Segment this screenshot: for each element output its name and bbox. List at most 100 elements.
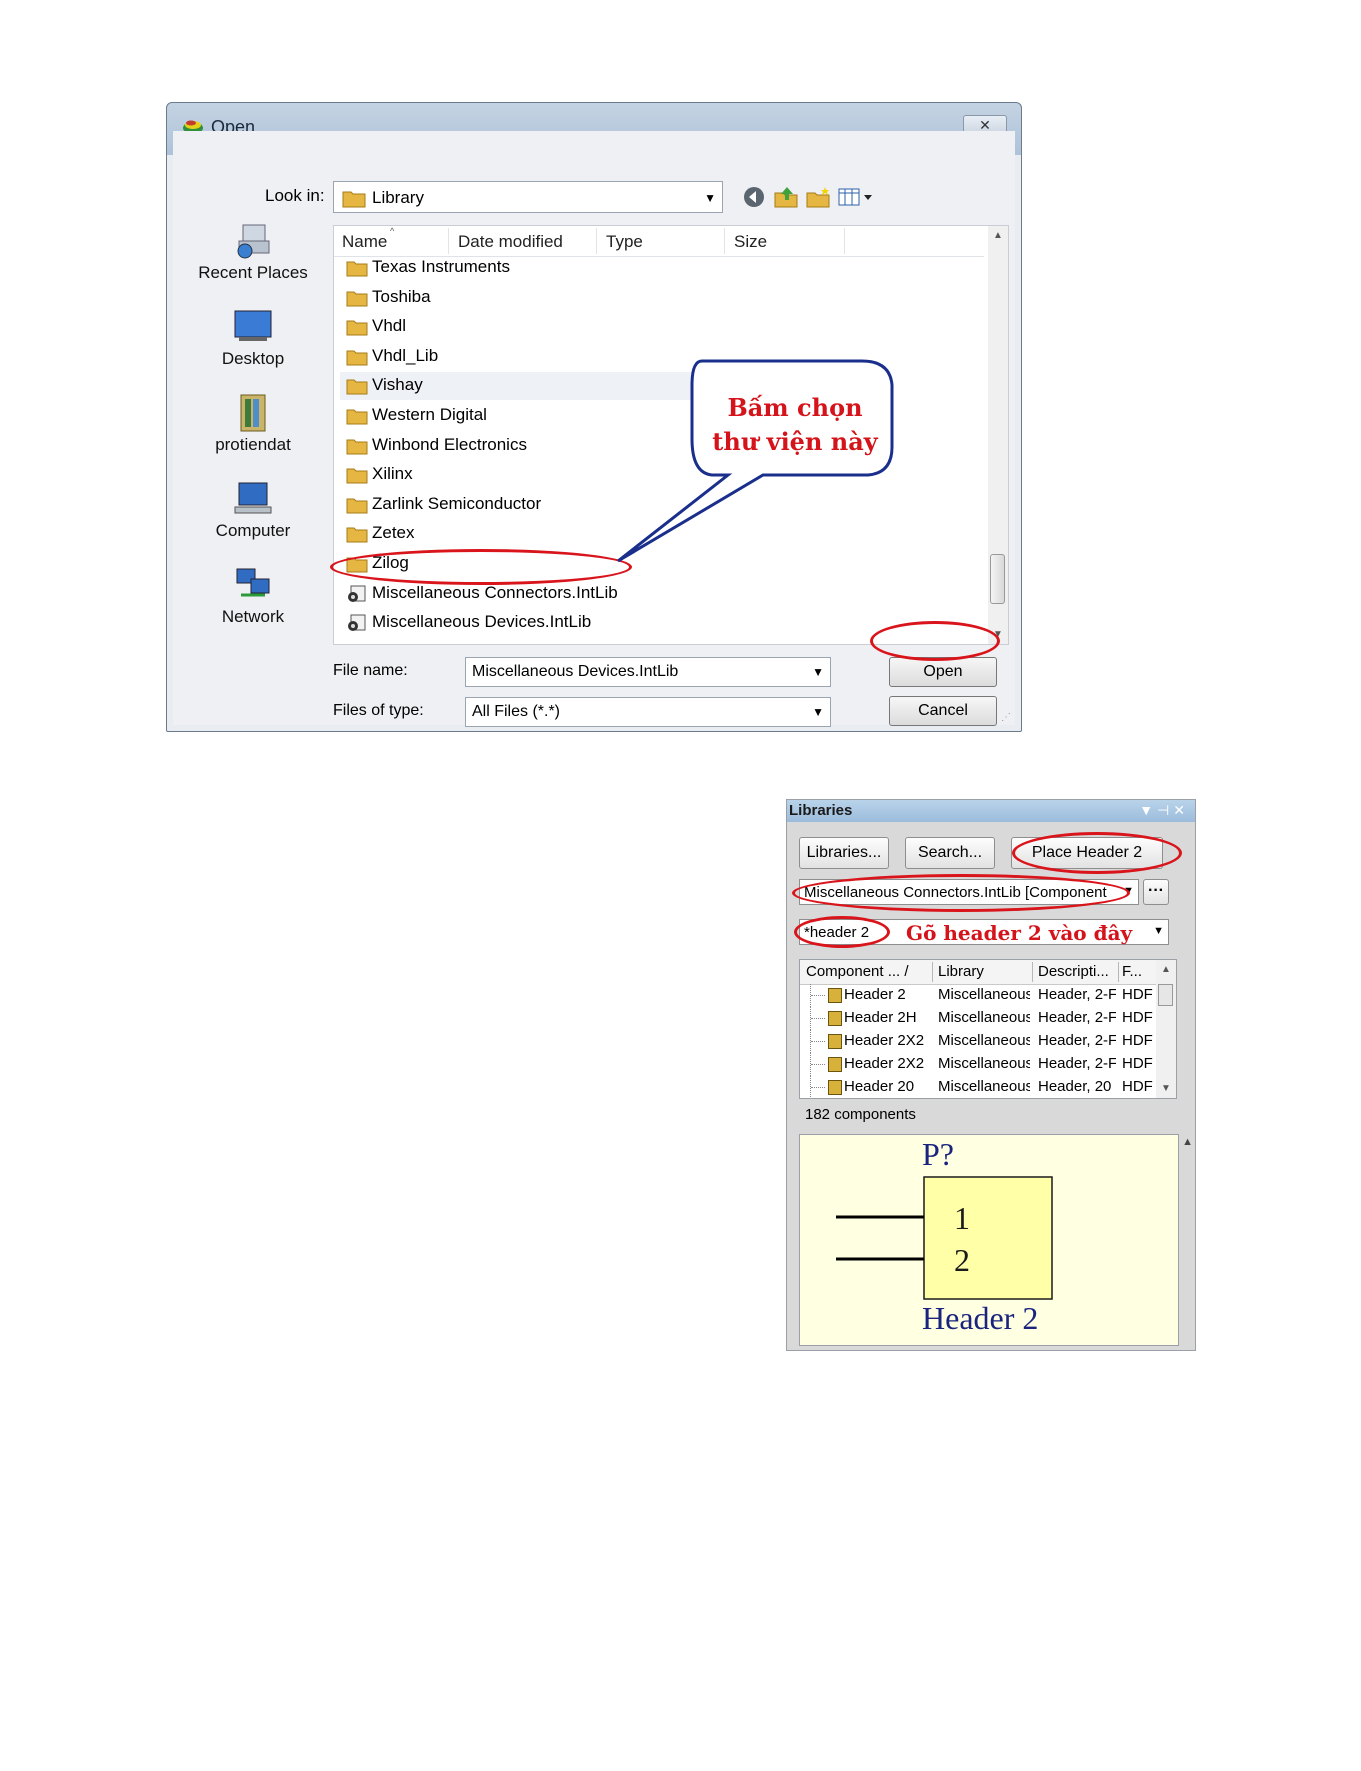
grid-row[interactable]: Header 2H Miscellaneous Header, 2-F HDF xyxy=(800,1007,1156,1030)
recent-places-icon xyxy=(237,224,270,259)
chevron-down-icon[interactable]: ▼ xyxy=(1123,885,1134,897)
column-separator xyxy=(932,962,933,982)
pin-icon[interactable]: ⊣ xyxy=(1157,802,1173,818)
grid-cell: Miscellaneous xyxy=(938,1055,1030,1072)
scroll-down-icon[interactable]: ▼ xyxy=(993,629,1003,640)
filter-annotation: Gõ header 2 vào đây xyxy=(906,921,1133,945)
folder-icon xyxy=(346,557,368,573)
desktop-icon xyxy=(234,310,272,341)
grid-column-footprint[interactable]: F... xyxy=(1122,963,1156,980)
component-grid[interactable]: Component ... / Library Descripti... F..… xyxy=(799,959,1177,1099)
menu-icon[interactable]: ▼ xyxy=(1139,802,1157,818)
chevron-down-icon[interactable]: ▼ xyxy=(812,705,824,719)
files-of-type-value: All Files (*.*) xyxy=(472,703,561,720)
file-name: Miscellaneous Connectors.IntLib xyxy=(372,582,618,602)
grid-cell: Miscellaneous xyxy=(938,1009,1030,1026)
grid-row[interactable]: Header 20 Miscellaneous Header, 20 HDF xyxy=(800,1076,1156,1098)
column-separator xyxy=(1118,962,1119,982)
more-options-button[interactable]: ··· xyxy=(1143,879,1169,905)
component-filter-input[interactable]: *header 2 Gõ header 2 vào đây ▼ xyxy=(799,919,1169,945)
open-button[interactable]: Open xyxy=(889,657,997,687)
file-name-value: Miscellaneous Devices.IntLib xyxy=(472,663,679,680)
column-type[interactable]: Type xyxy=(606,232,643,252)
column-separator xyxy=(448,228,449,254)
header-symbol: P? 1 2 Header 2 xyxy=(836,1136,1053,1336)
file-row[interactable]: Vhdl xyxy=(340,313,700,341)
grid-cell: Header 2H xyxy=(844,1009,917,1026)
place-network[interactable]: Network xyxy=(183,565,323,627)
column-size[interactable]: Size xyxy=(734,232,767,252)
grid-cell: Header 2 xyxy=(844,986,906,1003)
close-icon[interactable]: ✕ xyxy=(1173,802,1189,818)
scroll-up-icon[interactable]: ▲ xyxy=(1182,1136,1193,1148)
panel-controls: ▼⊣✕ xyxy=(1139,802,1189,819)
sort-ascending-icon: ^ xyxy=(390,226,395,236)
file-name: Xilinx xyxy=(372,464,413,484)
place-recent-places[interactable]: Recent Places xyxy=(183,221,323,283)
place-user-folder[interactable]: protiendat xyxy=(183,393,323,455)
tree-line xyxy=(810,1053,827,1076)
scrollbar-thumb[interactable] xyxy=(1158,984,1173,1006)
grid-row[interactable]: Header 2X2 Miscellaneous Header, 2-F HDF xyxy=(800,1053,1156,1076)
place-computer[interactable]: Computer xyxy=(183,479,323,541)
file-name: Zarlink Semiconductor xyxy=(372,493,542,513)
pin1-text: 1 xyxy=(954,1200,970,1236)
libraries-button[interactable]: Libraries... xyxy=(799,837,889,869)
search-button[interactable]: Search... xyxy=(905,837,995,869)
integrated-library-icon xyxy=(348,614,366,632)
file-name: Texas Instruments xyxy=(372,257,510,276)
grid-header: Component ... / Library Descripti... F..… xyxy=(800,960,1156,985)
file-name: Toshiba xyxy=(372,286,431,306)
grid-column-library[interactable]: Library xyxy=(938,963,1028,980)
place-component-button[interactable]: Place Header 2 xyxy=(1011,837,1163,869)
scroll-down-icon[interactable]: ▼ xyxy=(1161,1083,1171,1094)
grid-cell: HDF xyxy=(1122,1009,1153,1026)
library-select[interactable]: Miscellaneous Connectors.IntLib [Compone… xyxy=(799,879,1139,905)
component-icon xyxy=(828,988,842,1003)
chevron-down-icon: ▼ xyxy=(704,191,716,205)
grid-column-component[interactable]: Component ... / xyxy=(806,963,926,980)
grid-column-description[interactable]: Descripti... xyxy=(1038,963,1114,980)
tree-line xyxy=(810,1076,827,1098)
chevron-down-icon[interactable]: ▼ xyxy=(1153,925,1164,937)
grid-row[interactable]: Header 2 Miscellaneous Header, 2-F HDF xyxy=(800,984,1156,1007)
scroll-up-icon[interactable]: ▲ xyxy=(993,230,1003,241)
chevron-down-icon[interactable]: ▼ xyxy=(812,665,824,679)
grid-cell: Header, 2-F xyxy=(1038,1009,1116,1026)
files-of-type-select[interactable]: All Files (*.*) ▼ xyxy=(465,697,831,727)
panel-title: Libraries xyxy=(789,802,853,819)
network-icon xyxy=(236,568,270,597)
grid-scrollbar[interactable]: ▲ ▼ xyxy=(1156,960,1176,1098)
file-row[interactable]: Miscellaneous Connectors.IntLib xyxy=(340,580,700,608)
scroll-up-icon[interactable]: ▲ xyxy=(1161,964,1171,975)
file-name: Vhdl_Lib xyxy=(372,345,439,365)
component-icon xyxy=(828,1057,842,1072)
views-menu-icon[interactable] xyxy=(837,185,875,209)
user-folder-icon xyxy=(240,394,266,432)
grid-cell: HDF xyxy=(1122,986,1153,1003)
component-icon xyxy=(828,1034,842,1049)
place-label: protiendat xyxy=(215,435,291,454)
resize-grip-icon[interactable]: ⋰ xyxy=(1001,712,1011,723)
file-row[interactable]: Toshiba xyxy=(340,284,700,312)
folder-icon xyxy=(346,261,368,277)
column-name[interactable]: Name xyxy=(342,232,387,252)
new-folder-icon[interactable] xyxy=(805,185,831,209)
folder-icon xyxy=(346,498,368,514)
column-date-modified[interactable]: Date modified xyxy=(458,232,563,252)
file-row[interactable]: Miscellaneous Devices.IntLib xyxy=(340,609,700,637)
up-folder-icon[interactable] xyxy=(773,185,799,209)
file-row[interactable]: Texas Instruments xyxy=(340,254,700,282)
place-desktop[interactable]: Desktop xyxy=(183,307,323,369)
scrollbar-thumb[interactable] xyxy=(990,554,1005,604)
grid-row[interactable]: Header 2X2 Miscellaneous Header, 2-F HDF xyxy=(800,1030,1156,1053)
file-list-scrollbar[interactable]: ▲ ▼ xyxy=(988,226,1008,644)
back-icon[interactable] xyxy=(741,185,767,209)
file-name-input[interactable]: Miscellaneous Devices.IntLib ▼ xyxy=(465,657,831,687)
folder-icon xyxy=(346,379,368,395)
look-in-select[interactable]: Library ▼ xyxy=(333,181,723,213)
component-icon xyxy=(828,1011,842,1026)
grid-cell: Header 20 xyxy=(844,1078,915,1095)
cancel-button[interactable]: Cancel xyxy=(889,696,997,726)
callout-text: Bấm chọn thư viện này xyxy=(700,391,890,459)
